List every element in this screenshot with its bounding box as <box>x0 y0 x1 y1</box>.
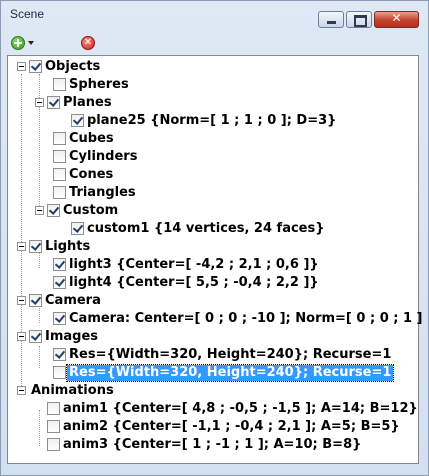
node-label: Cones <box>69 167 114 182</box>
tree-line <box>39 410 40 446</box>
collapse-icon[interactable] <box>17 62 26 71</box>
node-label: anim3 {Center=[ 1 ; -1 ; 1 ]; A=10; B=8} <box>63 437 362 452</box>
delete-icon[interactable]: ✕ <box>81 36 95 50</box>
collapse-icon[interactable] <box>35 206 44 215</box>
node-label: Lights <box>45 239 91 254</box>
checkbox-images[interactable] <box>29 330 42 343</box>
node-label: Objects <box>45 59 101 74</box>
node-label: custom1 {14 vertices, 24 faces} <box>87 221 325 236</box>
close-icon: ✕ <box>391 11 402 25</box>
node-label: light3 {Center=[ -4,2 ; 2,1 ; 0,6 ]} <box>69 257 319 272</box>
node-label: Triangles <box>69 185 136 200</box>
add-icon[interactable] <box>11 36 25 50</box>
checkbox-planes[interactable] <box>47 96 60 109</box>
checkbox-image2[interactable] <box>53 366 66 379</box>
checkbox-anim1[interactable] <box>47 402 60 415</box>
checkbox-cones[interactable] <box>53 168 66 181</box>
maximize-icon <box>354 15 367 27</box>
node-label: anim2 {Center=[ -1,1 ; -0,4 ; 2,1 ]; A=5… <box>63 419 400 434</box>
node-label: Custom <box>63 203 119 218</box>
node-label: Cubes <box>69 131 114 146</box>
tree-line <box>39 74 40 210</box>
checkbox-plane25[interactable] <box>71 114 84 127</box>
add-dropdown-arrow-icon[interactable] <box>28 41 34 45</box>
node-label: anim1 {Center=[ 4,8 ; -0,5 ; -1,5 ]; A=1… <box>63 401 418 416</box>
checkbox-camera[interactable] <box>29 294 42 307</box>
node-label: Images <box>45 329 99 344</box>
collapse-icon[interactable] <box>17 332 26 341</box>
minimize-button[interactable] <box>318 11 344 28</box>
close-button[interactable]: ✕ <box>374 11 419 28</box>
tree-line <box>21 74 22 394</box>
collapse-icon[interactable] <box>17 296 26 305</box>
node-label: Spheres <box>69 77 129 92</box>
checkbox-objects[interactable] <box>29 60 42 73</box>
minimize-icon <box>327 21 336 24</box>
checkbox-camera-item[interactable] <box>53 312 66 325</box>
maximize-button[interactable] <box>346 11 372 28</box>
checkbox-spheres[interactable] <box>53 78 66 91</box>
node-label: light4 {Center=[ 5,5 ; -0,4 ; 2,2 ]} <box>69 275 319 290</box>
title-bar[interactable]: Scene ✕ <box>1 1 428 28</box>
checkbox-cylinders[interactable] <box>53 150 66 163</box>
node-label: Res={Width=320, Height=240}; Recurse=1 <box>69 347 392 362</box>
checkbox-cubes[interactable] <box>53 132 66 145</box>
checkbox-anim2[interactable] <box>47 420 60 433</box>
checkbox-custom1[interactable] <box>71 222 84 235</box>
node-label: plane25 {Norm=[ 1 ; 1 ; 0 ]; D=3} <box>87 113 337 128</box>
node-label: Camera <box>45 293 101 308</box>
checkbox-light3[interactable] <box>53 258 66 271</box>
window-title: Scene <box>10 7 45 21</box>
checkbox-anim3[interactable] <box>47 438 60 451</box>
checkbox-custom[interactable] <box>47 204 60 217</box>
checkbox-image1[interactable] <box>53 348 66 361</box>
collapse-icon[interactable] <box>35 98 44 107</box>
node-label: Camera: Center=[ 0 ; 0 ; -10 ]; Norm=[ 0… <box>69 311 423 326</box>
collapse-icon[interactable] <box>17 242 26 251</box>
tree-line <box>39 346 40 368</box>
checkbox-lights[interactable] <box>29 240 42 253</box>
scene-tree[interactable]: Objects Spheres Planes plane25 {Norm=[ 1… <box>7 55 423 464</box>
node-label-selected: Res={Width=320, Height=240}; Recurse=1 <box>65 364 395 382</box>
checkbox-light4[interactable] <box>53 276 66 289</box>
node-label: Animations <box>31 383 114 398</box>
collapse-icon[interactable] <box>17 386 26 395</box>
toolbar: ✕ <box>1 29 428 55</box>
checkbox-triangles[interactable] <box>53 186 66 199</box>
node-label: Planes <box>63 95 112 110</box>
node-label: Cylinders <box>69 149 138 164</box>
